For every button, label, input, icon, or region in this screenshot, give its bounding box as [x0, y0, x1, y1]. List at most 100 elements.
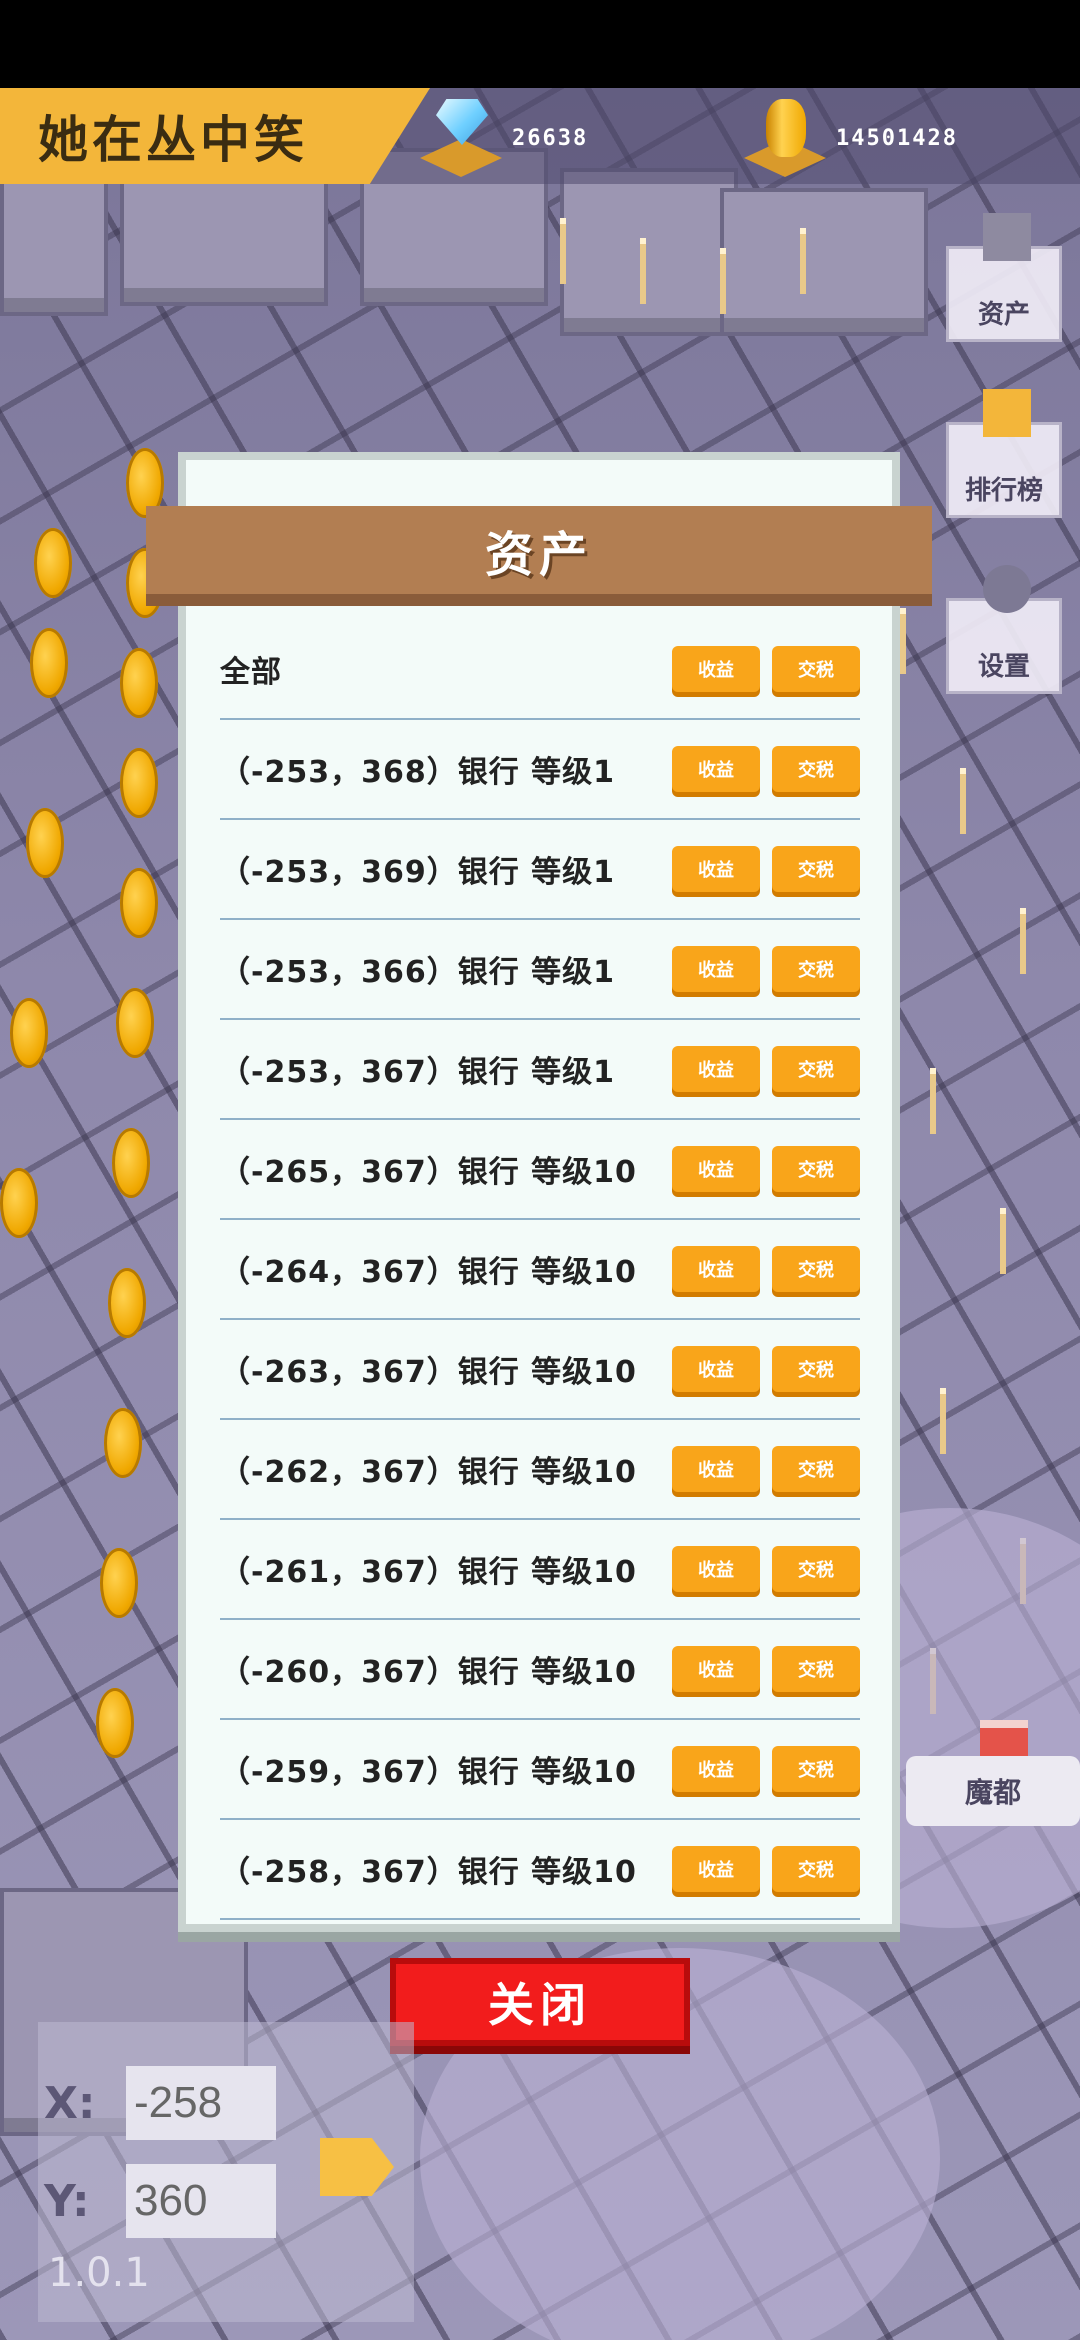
tax-button[interactable]: 交税 [772, 1146, 860, 1192]
tax-button[interactable]: 交税 [772, 1746, 860, 1792]
asset-label: （-265，367）银行 等级10 [220, 1155, 637, 1190]
asset-label: （-262，367）银行 等级10 [220, 1455, 637, 1490]
tax-button[interactable]: 交税 [772, 646, 860, 692]
assets-button[interactable]: 资产 [946, 213, 1062, 342]
coin-icon [96, 1688, 134, 1758]
collect-button[interactable]: 收益 [672, 646, 760, 692]
coin-icon [30, 628, 68, 698]
top-hud: 她在丛中笑 26638 14501428 [0, 88, 1080, 184]
coin-icon [120, 748, 158, 818]
tax-button[interactable]: 交税 [772, 1446, 860, 1492]
close-button[interactable]: 关闭 [390, 1958, 690, 2046]
building [720, 188, 928, 336]
list-item: （-253，367）银行 等级1 收益 交税 [220, 1020, 860, 1120]
tax-button[interactable]: 交税 [772, 1546, 860, 1592]
asset-label: 全部 [220, 655, 282, 690]
collect-button[interactable]: 收益 [672, 1146, 760, 1192]
assets-icon [983, 213, 1031, 261]
asset-label: （-258，367）银行 等级10 [220, 1855, 637, 1890]
list-item: 全部 收益 交税 [220, 620, 860, 720]
tax-button[interactable]: 交税 [772, 1846, 860, 1892]
coin-icon [26, 808, 64, 878]
tax-button[interactable]: 交税 [772, 1246, 860, 1292]
dialog-title: 资产 [146, 506, 932, 606]
coin-icon [744, 99, 826, 177]
ranking-button-label: 排行榜 [964, 476, 1043, 506]
coin-icon [100, 1548, 138, 1618]
asset-label: （-263，367）银行 等级10 [220, 1355, 637, 1390]
list-item: （-259，367）银行 等级10 收益 交税 [220, 1720, 860, 1820]
asset-label: （-253，366）银行 等级1 [220, 955, 616, 990]
coin-icon [34, 528, 72, 598]
tax-button[interactable]: 交税 [772, 1046, 860, 1092]
pole [930, 1068, 936, 1134]
trophy-icon [983, 389, 1031, 437]
pole [720, 248, 726, 314]
asset-label: （-261，367）银行 等级10 [220, 1555, 637, 1590]
collect-button[interactable]: 收益 [672, 1446, 760, 1492]
tax-button[interactable]: 交税 [772, 1646, 860, 1692]
coin-icon [120, 648, 158, 718]
coin-icon [0, 1168, 38, 1238]
tax-button[interactable]: 交税 [772, 746, 860, 792]
tax-button[interactable]: 交税 [772, 1346, 860, 1392]
settings-button-label: 设置 [977, 652, 1030, 682]
status-bar [0, 0, 1080, 88]
list-item: （-264，367）银行 等级10 收益 交税 [220, 1220, 860, 1320]
collect-button[interactable]: 收益 [672, 946, 760, 992]
gear-icon [983, 565, 1031, 613]
coin-counter: 14501428 [744, 98, 958, 178]
list-item: （-258，367）银行 等级10 收益 交税 [220, 1820, 860, 1920]
x-label: X: [44, 2078, 96, 2129]
building [560, 168, 738, 336]
y-label: Y: [44, 2176, 90, 2227]
pole [560, 218, 566, 284]
coin-icon [116, 988, 154, 1058]
list-item: （-253，368）银行 等级1 收益 交税 [220, 720, 860, 820]
pole [1020, 908, 1026, 974]
asset-list: 全部 收益 交税 （-253，368）银行 等级1 收益 交税 （-253，369）银行 等… [220, 620, 860, 1920]
collect-button[interactable]: 收益 [672, 746, 760, 792]
y-coordinate-input[interactable] [126, 2164, 276, 2238]
pole [640, 238, 646, 304]
collect-button[interactable]: 收益 [672, 1046, 760, 1092]
settings-button[interactable]: 设置 [946, 565, 1062, 694]
assets-button-label: 资产 [977, 300, 1030, 330]
asset-label: （-264，367）银行 等级10 [220, 1255, 637, 1290]
pole [940, 1388, 946, 1454]
pole [1000, 1208, 1006, 1274]
asset-label: （-253，368）银行 等级1 [220, 755, 616, 790]
coin-icon [120, 868, 158, 938]
pole [900, 608, 906, 674]
version-label: 1.0.1 [48, 2250, 150, 2296]
city-name-bubble[interactable]: 魔都 [906, 1756, 1080, 1826]
list-item: （-265，367）银行 等级10 收益 交税 [220, 1120, 860, 1220]
coin-icon [10, 998, 48, 1068]
coin-icon [108, 1268, 146, 1338]
list-item: （-263，367）银行 等级10 收益 交税 [220, 1320, 860, 1420]
tax-button[interactable]: 交税 [772, 846, 860, 892]
list-item: （-253，366）银行 等级1 收益 交税 [220, 920, 860, 1020]
asset-label: （-253，369）银行 等级1 [220, 855, 616, 890]
asset-label: （-259，367）银行 等级10 [220, 1755, 637, 1790]
list-item: （-260，367）银行 等级10 收益 交税 [220, 1620, 860, 1720]
collect-button[interactable]: 收益 [672, 1646, 760, 1692]
collect-button[interactable]: 收益 [672, 1346, 760, 1392]
pole [800, 228, 806, 294]
coin-icon [104, 1408, 142, 1478]
collect-button[interactable]: 收益 [672, 1546, 760, 1592]
collect-button[interactable]: 收益 [672, 1246, 760, 1292]
ranking-button[interactable]: 排行榜 [946, 389, 1062, 518]
asset-label: （-260，367）银行 等级10 [220, 1655, 637, 1690]
collect-button[interactable]: 收益 [672, 1746, 760, 1792]
collect-button[interactable]: 收益 [672, 1846, 760, 1892]
pole [960, 768, 966, 834]
collect-button[interactable]: 收益 [672, 846, 760, 892]
list-item: （-262，367）银行 等级10 收益 交税 [220, 1420, 860, 1520]
coin-icon [112, 1128, 150, 1198]
coin-value: 14501428 [836, 125, 958, 151]
x-coordinate-input[interactable] [126, 2066, 276, 2140]
diamond-counter: 26638 [420, 98, 588, 178]
tax-button[interactable]: 交税 [772, 946, 860, 992]
diamond-value: 26638 [512, 125, 589, 151]
